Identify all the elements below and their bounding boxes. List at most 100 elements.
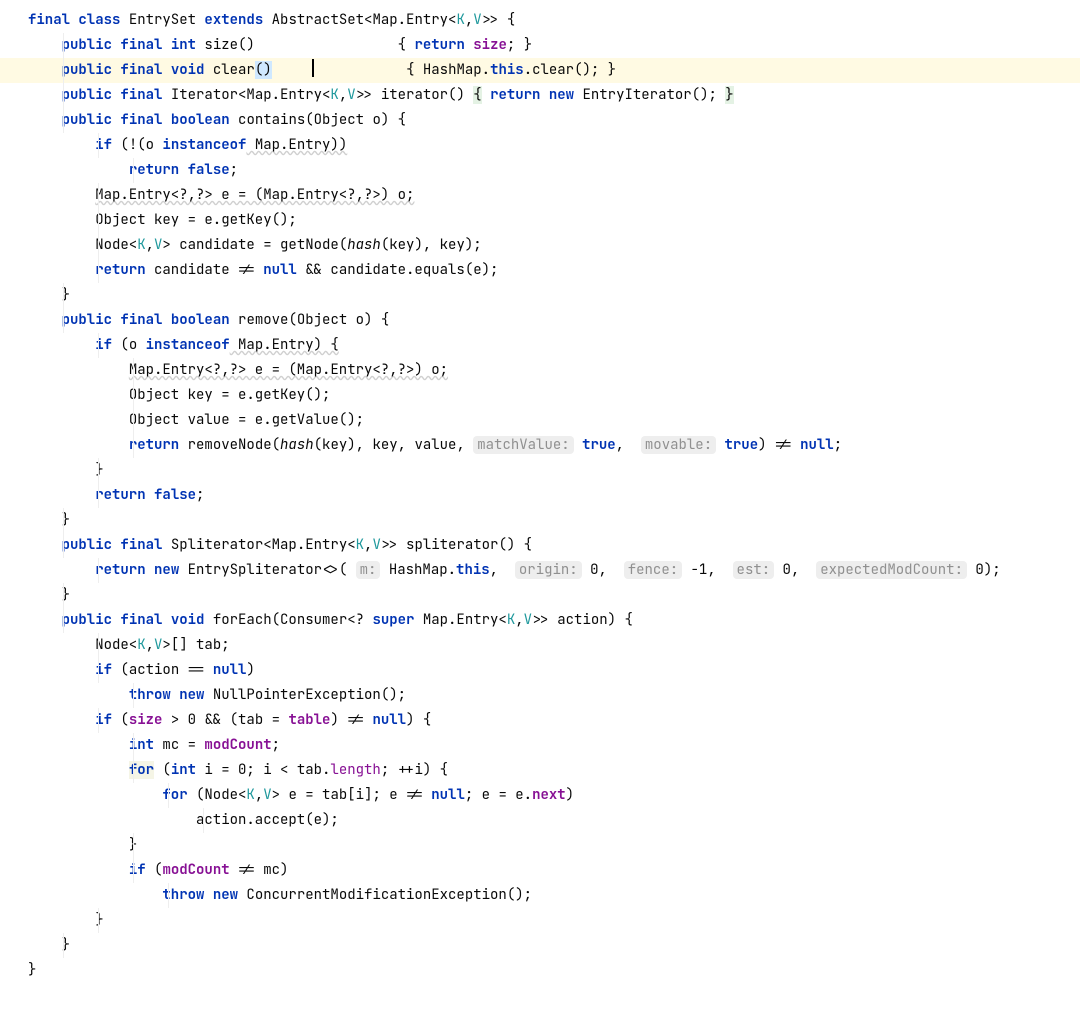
keyword-final: final bbox=[28, 11, 70, 29]
code-line[interactable]: return false; bbox=[0, 483, 1080, 508]
brace: } bbox=[62, 586, 70, 604]
code-line[interactable]: Map.Entry<?,?> e = (Map.Entry<?,?>) o; bbox=[0, 183, 1080, 208]
code-line[interactable]: public final Iterator<Map.Entry<K,V>> it… bbox=[0, 83, 1080, 108]
code-line-highlighted[interactable]: public final void clear() { HashMap.this… bbox=[0, 58, 1080, 83]
code-line[interactable]: } bbox=[0, 583, 1080, 608]
text: , bbox=[490, 561, 507, 579]
code-line[interactable]: for (int i = 0; i < tab.length; ++i) { bbox=[0, 758, 1080, 783]
code-line[interactable]: Map.Entry<?,?> e = (Map.Entry<?,?>) o; bbox=[0, 358, 1080, 383]
text: >> action) { bbox=[532, 611, 633, 629]
text: Map.Entry< bbox=[414, 611, 506, 629]
pad bbox=[255, 36, 398, 54]
code-line[interactable]: action.accept(e); bbox=[0, 808, 1080, 833]
code-line[interactable]: } bbox=[0, 508, 1080, 533]
keyword: null bbox=[800, 436, 834, 454]
text: 0 bbox=[967, 561, 984, 579]
keyword: null bbox=[213, 661, 247, 679]
code-line[interactable]: int mc = modCount; bbox=[0, 733, 1080, 758]
keyword: if bbox=[95, 336, 112, 354]
keyword: final bbox=[120, 536, 162, 554]
code-line[interactable]: if (action == null) bbox=[0, 658, 1080, 683]
code-line[interactable]: Node<K,V> candidate = getNode(hash(key),… bbox=[0, 233, 1080, 258]
comma: , bbox=[616, 436, 633, 454]
sp bbox=[482, 86, 490, 104]
keyword: void bbox=[171, 61, 205, 79]
text: HashMap. bbox=[423, 61, 490, 79]
text: (action == bbox=[112, 661, 213, 679]
code-line[interactable]: } bbox=[0, 833, 1080, 858]
code-line[interactable]: public final boolean contains(Object o) … bbox=[0, 108, 1080, 133]
semi: ; bbox=[230, 161, 238, 179]
code-line[interactable]: throw new NullPointerException(); bbox=[0, 683, 1080, 708]
text: ); bbox=[984, 561, 1001, 579]
code-line[interactable]: } bbox=[0, 458, 1080, 483]
keyword: super bbox=[372, 611, 414, 629]
code-line[interactable]: Object key = e.getKey(); bbox=[0, 208, 1080, 233]
text: && candidate.equals(e); bbox=[297, 261, 499, 279]
field-length: length bbox=[330, 761, 380, 779]
text: >> iterator() bbox=[356, 86, 474, 104]
code-line[interactable]: } bbox=[0, 908, 1080, 933]
text: Node< bbox=[95, 636, 137, 654]
code-line[interactable]: Object value = e.getValue(); bbox=[0, 408, 1080, 433]
code-line[interactable]: if (size > 0 && (tab = table) != null) { bbox=[0, 708, 1080, 733]
semi: ; bbox=[834, 436, 842, 454]
code-line[interactable]: return candidate != null && candidate.eq… bbox=[0, 258, 1080, 283]
generic-V: V bbox=[263, 786, 271, 804]
method-name: size() bbox=[196, 36, 255, 54]
code-line[interactable]: return new EntrySpliterator<>( m: HashMa… bbox=[0, 558, 1080, 583]
code-line[interactable]: final class EntrySet extends AbstractSet… bbox=[0, 8, 1080, 33]
field-size: size bbox=[473, 36, 507, 54]
code-line[interactable]: } bbox=[0, 933, 1080, 958]
keyword: return bbox=[95, 486, 145, 504]
text: >[] tab; bbox=[162, 636, 229, 654]
type: AbstractSet bbox=[272, 11, 364, 29]
text: Object key = e.getKey(); bbox=[129, 386, 331, 404]
code-editor[interactable]: final class EntrySet extends AbstractSet… bbox=[0, 0, 1080, 983]
static-call: hash bbox=[347, 236, 381, 254]
keyword: int bbox=[129, 736, 154, 754]
generic-K: K bbox=[246, 786, 254, 804]
code-line[interactable]: return false; bbox=[0, 158, 1080, 183]
brace: { bbox=[499, 11, 516, 29]
keyword-extends: extends bbox=[204, 11, 263, 29]
code-line[interactable]: } bbox=[0, 283, 1080, 308]
code-line[interactable]: for (Node<K,V> e = tab[i]; e != null; e … bbox=[0, 783, 1080, 808]
code-line[interactable]: public final Spliterator<Map.Entry<K,V>>… bbox=[0, 533, 1080, 558]
code-line[interactable]: } bbox=[0, 958, 1080, 983]
text: != mc) bbox=[230, 861, 289, 879]
brace: } bbox=[28, 961, 36, 979]
code-line[interactable]: Node<K,V>[] tab; bbox=[0, 633, 1080, 658]
code-line[interactable]: if (!(o instanceof Map.Entry)) bbox=[0, 133, 1080, 158]
code-line[interactable]: if (modCount != mc) bbox=[0, 858, 1080, 883]
method-name: remove(Object o) { bbox=[230, 311, 390, 329]
text: 0 bbox=[774, 561, 791, 579]
code-line[interactable]: throw new ConcurrentModificationExceptio… bbox=[0, 883, 1080, 908]
comma: , bbox=[515, 611, 523, 629]
keyword: throw bbox=[129, 686, 171, 704]
field-modcount: modCount bbox=[162, 861, 229, 879]
keyword: instanceof bbox=[162, 136, 246, 154]
code-line[interactable]: public final boolean remove(Object o) { bbox=[0, 308, 1080, 333]
keyword: this bbox=[456, 561, 490, 579]
text: NullPointerException(); bbox=[204, 686, 406, 704]
generic-K: K bbox=[137, 636, 145, 654]
text: > e = tab[i]; e != bbox=[272, 786, 432, 804]
keyword: boolean bbox=[171, 311, 230, 329]
text: (Node< bbox=[188, 786, 247, 804]
text: forEach(Consumer<? bbox=[204, 611, 372, 629]
param-hint: origin: bbox=[515, 561, 582, 579]
generic-K: K bbox=[356, 536, 364, 554]
brace: } bbox=[725, 86, 733, 104]
code-line[interactable]: public final void forEach(Consumer<? sup… bbox=[0, 608, 1080, 633]
text: 0 bbox=[582, 561, 599, 579]
code-line[interactable]: if (o instanceof Map.Entry) { bbox=[0, 333, 1080, 358]
static-call: hash bbox=[280, 436, 314, 454]
brace: { bbox=[398, 36, 415, 54]
code-line[interactable]: Object key = e.getKey(); bbox=[0, 383, 1080, 408]
code-line[interactable]: return removeNode(hash(key), key, value,… bbox=[0, 433, 1080, 458]
keyword: throw bbox=[162, 886, 204, 904]
code-line[interactable]: public final int size() { return size; } bbox=[0, 33, 1080, 58]
class-name: EntrySet bbox=[129, 11, 196, 29]
text-cursor bbox=[312, 59, 314, 77]
